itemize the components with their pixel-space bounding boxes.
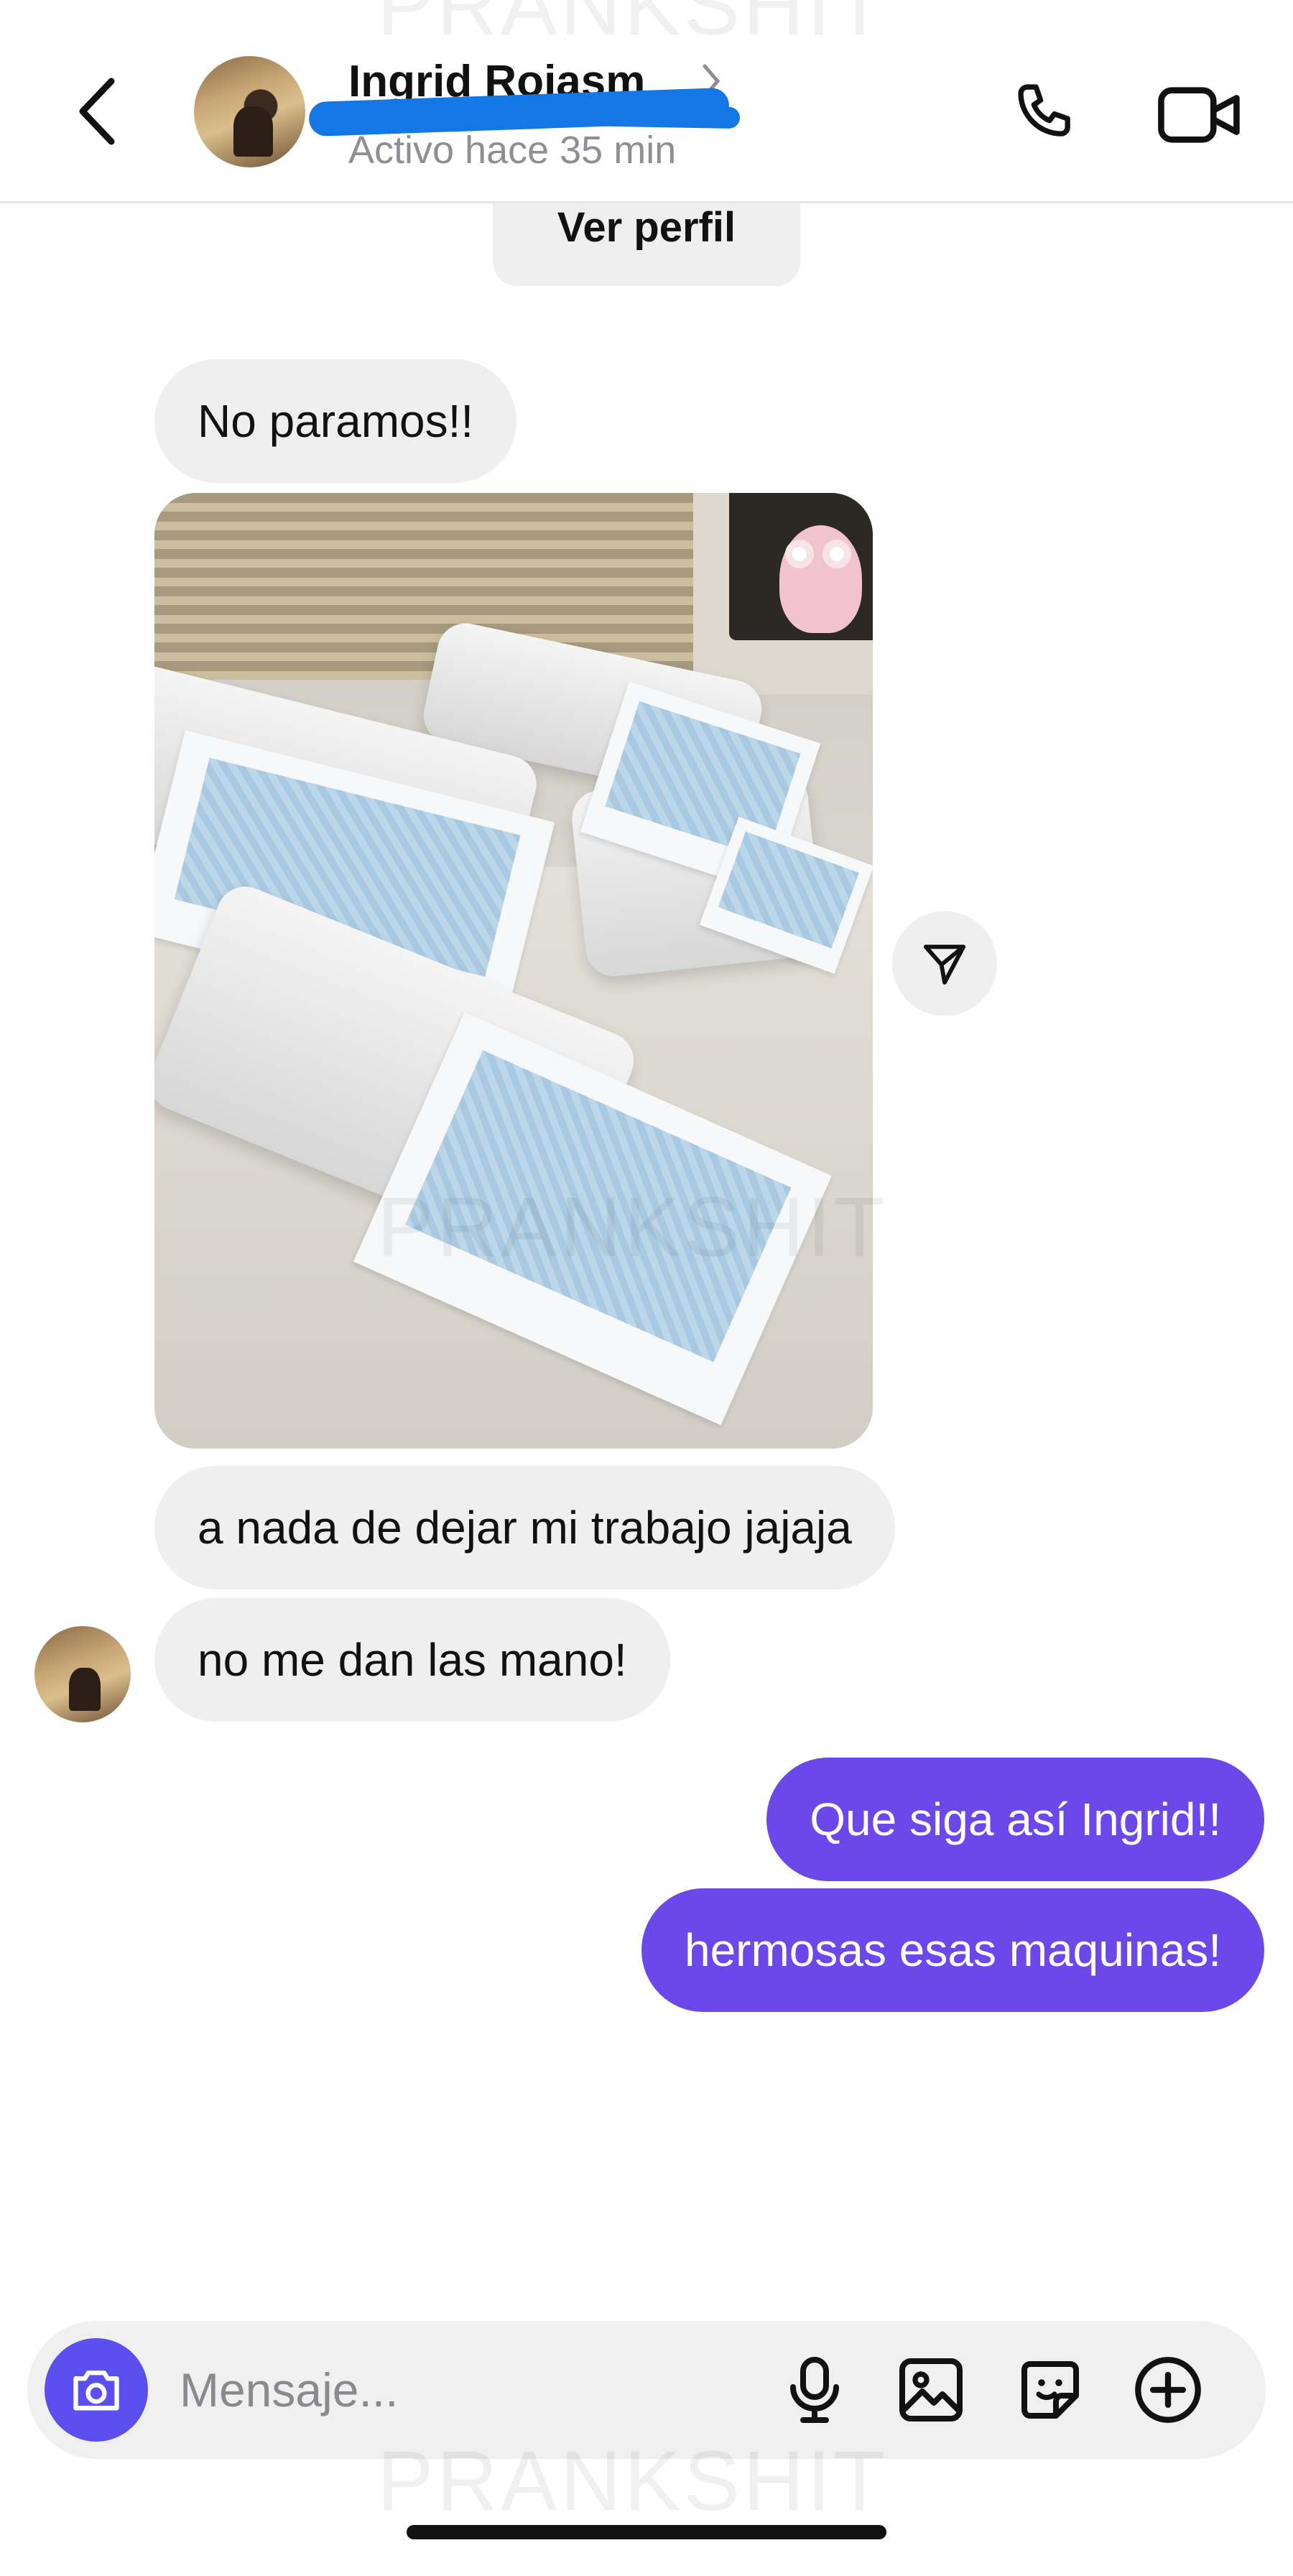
chevron-left-icon	[79, 78, 115, 145]
chat-screen: Ingrid Rojasm Activo hace 35 min PRANKSH…	[0, 0, 1293, 2576]
phone-icon	[1018, 84, 1070, 137]
message-bubble-outgoing[interactable]: hermosas esas maquinas!	[641, 1888, 1264, 2012]
voice-call-button[interactable]	[1002, 72, 1088, 158]
more-options-button[interactable]	[1128, 2350, 1208, 2430]
active-status: Activo hace 35 min	[348, 129, 677, 172]
message-bubble-incoming[interactable]: a nada de dejar mi trabajo jajaja	[154, 1466, 895, 1589]
share-button[interactable]	[892, 911, 997, 1016]
voice-message-button[interactable]	[774, 2350, 855, 2430]
owl-eye	[822, 540, 851, 568]
contact-avatar[interactable]	[194, 56, 305, 167]
plus-circle-icon	[1135, 2357, 1201, 2423]
message-bubble-incoming[interactable]: no me dan las mano!	[154, 1598, 670, 1722]
video-call-button[interactable]	[1153, 72, 1246, 158]
sticker-button[interactable]	[1010, 2350, 1090, 2430]
gallery-button[interactable]	[891, 2350, 971, 2430]
video-camera-icon	[1158, 87, 1240, 143]
camera-icon	[73, 2370, 119, 2411]
message-bubble-incoming[interactable]: No paramos!!	[154, 359, 517, 483]
microphone-icon	[790, 2357, 839, 2423]
chat-header: Ingrid Rojasm Activo hace 35 min	[0, 0, 1293, 203]
sticker-icon	[1021, 2361, 1079, 2419]
image-icon	[899, 2358, 963, 2422]
message-input[interactable]	[180, 2354, 769, 2426]
sheet-print	[718, 831, 859, 948]
home-indicator[interactable]	[407, 2525, 886, 2539]
owl-eye	[785, 540, 814, 568]
camera-button[interactable]	[45, 2338, 148, 2442]
send-icon	[923, 944, 966, 985]
message-photo[interactable]	[154, 493, 873, 1449]
photo-blinds	[154, 493, 693, 680]
sender-avatar[interactable]	[34, 1626, 131, 1722]
back-button[interactable]	[68, 72, 126, 151]
owl-figure	[779, 525, 862, 633]
message-bubble-outgoing[interactable]: Que siga así Ingrid!!	[766, 1758, 1264, 1881]
message-composer	[27, 2321, 1266, 2459]
